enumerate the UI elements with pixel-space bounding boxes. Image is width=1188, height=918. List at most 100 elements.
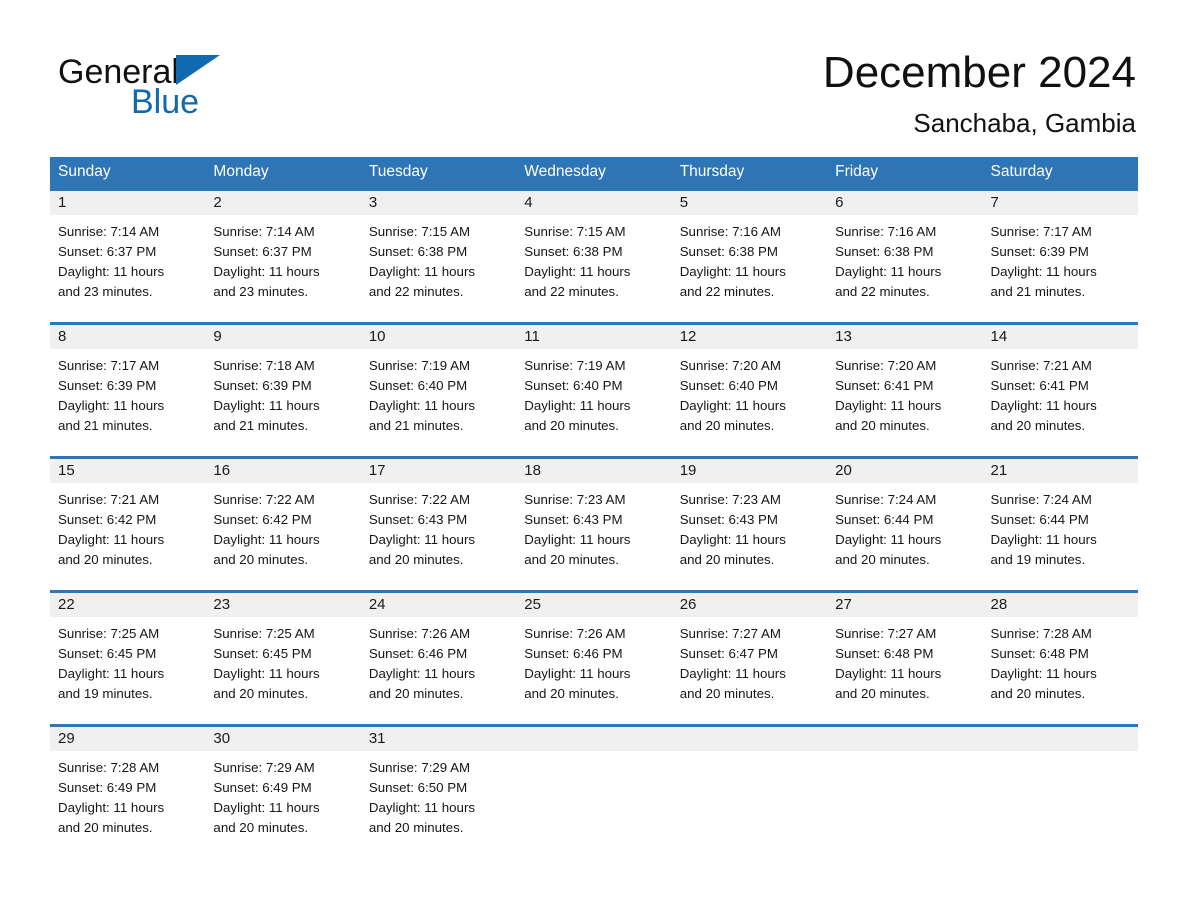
day-number: 19 (671, 458, 828, 483)
daylight-text-line2: and 20 minutes. (213, 685, 309, 701)
sunrise-text: Sunrise: 7:29 AM (368, 759, 471, 775)
sunrise-text: Sunrise: 7:16 AM (835, 223, 937, 239)
sunset-text: Sunset: 6:47 PM (679, 645, 778, 661)
day-cell[interactable]: 29 Sunrise: 7:28 AM Sunset: 6:49 PM Dayl… (50, 723, 206, 850)
day-cell[interactable]: 19 Sunrise: 7:23 AM Sunset: 6:43 PM Dayl… (671, 455, 828, 591)
day-cell[interactable]: 15 Sunrise: 7:21 AM Sunset: 6:42 PM Dayl… (50, 455, 206, 591)
day-number: 13 (827, 324, 983, 349)
week-row: 15 Sunrise: 7:21 AM Sunset: 6:42 PM Dayl… (50, 455, 1138, 591)
day-cell[interactable]: 8 Sunrise: 7:17 AM Sunset: 6:39 PM Dayli… (50, 321, 206, 457)
sunset-text: Sunset: 6:44 PM (990, 511, 1089, 527)
day-cell[interactable]: 6 Sunrise: 7:16 AM Sunset: 6:38 PM Dayli… (827, 187, 983, 323)
daylight-text-line1: Daylight: 11 hours (213, 531, 320, 547)
day-number: 17 (360, 458, 517, 483)
day-number: 23 (205, 592, 361, 617)
day-cell[interactable]: 25 Sunrise: 7:26 AM Sunset: 6:46 PM Dayl… (516, 589, 672, 725)
day-number (982, 726, 1138, 751)
day-details: Sunrise: 7:16 AM Sunset: 6:38 PM Dayligh… (672, 215, 827, 302)
page-header: General Blue December 2024 Sanchaba, Gam… (0, 0, 1188, 150)
daylight-text-line2: and 20 minutes. (835, 685, 930, 701)
day-cell[interactable]: 21 Sunrise: 7:24 AM Sunset: 6:44 PM Dayl… (982, 455, 1138, 591)
day-details: Sunrise: 7:21 AM Sunset: 6:41 PM Dayligh… (983, 349, 1138, 436)
day-cell[interactable]: 3 Sunrise: 7:15 AM Sunset: 6:38 PM Dayli… (360, 187, 517, 323)
weekday-header-row: Sunday Monday Tuesday Wednesday Thursday… (50, 157, 1138, 189)
daylight-text-line1: Daylight: 11 hours (990, 531, 1097, 547)
day-number: 24 (360, 592, 517, 617)
daylight-text-line2: and 20 minutes. (835, 417, 930, 433)
week-row: 1 Sunrise: 7:14 AM Sunset: 6:37 PM Dayli… (50, 187, 1138, 323)
sunrise-text: Sunrise: 7:28 AM (990, 625, 1092, 641)
day-details: Sunrise: 7:23 AM Sunset: 6:43 PM Dayligh… (672, 483, 827, 570)
daylight-text-line1: Daylight: 11 hours (679, 263, 786, 279)
day-cell[interactable]: 23 Sunrise: 7:25 AM Sunset: 6:45 PM Dayl… (205, 589, 361, 725)
daylight-text-line1: Daylight: 11 hours (368, 665, 476, 681)
day-cell[interactable]: 17 Sunrise: 7:22 AM Sunset: 6:43 PM Dayl… (360, 455, 517, 591)
sunrise-text: Sunrise: 7:17 AM (58, 357, 160, 373)
daylight-text-line2: and 20 minutes. (679, 551, 775, 567)
sunrise-text: Sunrise: 7:22 AM (213, 491, 315, 507)
day-details: Sunrise: 7:27 AM Sunset: 6:47 PM Dayligh… (672, 617, 827, 704)
day-cell[interactable]: 30 Sunrise: 7:29 AM Sunset: 6:49 PM Dayl… (205, 723, 361, 850)
day-number: 20 (827, 458, 983, 483)
sunset-text: Sunset: 6:45 PM (213, 645, 312, 661)
day-cell[interactable]: 1 Sunrise: 7:14 AM Sunset: 6:37 PM Dayli… (50, 187, 206, 323)
day-cell[interactable]: 13 Sunrise: 7:20 AM Sunset: 6:41 PM Dayl… (827, 321, 983, 457)
weekday-header-thursday: Thursday (671, 157, 828, 189)
daylight-text-line1: Daylight: 11 hours (368, 397, 476, 413)
day-cell[interactable]: 26 Sunrise: 7:27 AM Sunset: 6:47 PM Dayl… (671, 589, 828, 725)
day-cell[interactable]: 5 Sunrise: 7:16 AM Sunset: 6:38 PM Dayli… (671, 187, 828, 323)
sunset-text: Sunset: 6:43 PM (679, 511, 778, 527)
title-block: December 2024 Sanchaba, Gambia (823, 46, 1136, 140)
day-cell[interactable]: 20 Sunrise: 7:24 AM Sunset: 6:44 PM Dayl… (827, 455, 983, 591)
day-number: 14 (982, 324, 1138, 349)
day-cell[interactable]: 14 Sunrise: 7:21 AM Sunset: 6:41 PM Dayl… (982, 321, 1138, 457)
sunset-text: Sunset: 6:38 PM (679, 243, 778, 259)
daylight-text-line2: and 20 minutes. (835, 551, 930, 567)
day-cell-empty (827, 723, 983, 850)
day-cell[interactable]: 22 Sunrise: 7:25 AM Sunset: 6:45 PM Dayl… (50, 589, 206, 725)
day-cell[interactable]: 24 Sunrise: 7:26 AM Sunset: 6:46 PM Dayl… (360, 589, 517, 725)
day-cell[interactable]: 2 Sunrise: 7:14 AM Sunset: 6:37 PM Dayli… (205, 187, 361, 323)
day-cell[interactable]: 31 Sunrise: 7:29 AM Sunset: 6:50 PM Dayl… (360, 723, 517, 850)
sunset-text: Sunset: 6:43 PM (368, 511, 468, 527)
day-details: Sunrise: 7:16 AM Sunset: 6:38 PM Dayligh… (827, 215, 982, 302)
day-number: 8 (50, 324, 206, 349)
daylight-text-line1: Daylight: 11 hours (990, 397, 1097, 413)
day-number: 10 (360, 324, 517, 349)
sunrise-text: Sunrise: 7:15 AM (524, 223, 626, 239)
day-cell[interactable]: 12 Sunrise: 7:20 AM Sunset: 6:40 PM Dayl… (671, 321, 828, 457)
week-row: 8 Sunrise: 7:17 AM Sunset: 6:39 PM Dayli… (50, 321, 1138, 457)
sunrise-text: Sunrise: 7:27 AM (679, 625, 781, 641)
calendar-header: Sunday Monday Tuesday Wednesday Thursday… (50, 157, 1138, 189)
weekday-header-wednesday: Wednesday (516, 157, 672, 189)
day-number: 26 (671, 592, 828, 617)
day-cell[interactable]: 18 Sunrise: 7:23 AM Sunset: 6:43 PM Dayl… (516, 455, 672, 591)
day-number: 5 (671, 190, 828, 215)
day-details: Sunrise: 7:22 AM Sunset: 6:43 PM Dayligh… (361, 483, 516, 570)
daylight-text-line2: and 20 minutes. (679, 417, 775, 433)
day-cell[interactable]: 28 Sunrise: 7:28 AM Sunset: 6:48 PM Dayl… (982, 589, 1138, 725)
daylight-text-line2: and 20 minutes. (524, 685, 619, 701)
daylight-text-line2: and 20 minutes. (990, 685, 1086, 701)
daylight-text-line1: Daylight: 11 hours (213, 799, 320, 815)
day-details: Sunrise: 7:15 AM Sunset: 6:38 PM Dayligh… (516, 215, 671, 302)
weekday-header-friday: Friday (827, 157, 983, 189)
page-title: December 2024 (822, 48, 1136, 97)
day-cell[interactable]: 4 Sunrise: 7:15 AM Sunset: 6:38 PM Dayli… (516, 187, 672, 323)
day-details: Sunrise: 7:19 AM Sunset: 6:40 PM Dayligh… (361, 349, 516, 436)
day-cell[interactable]: 10 Sunrise: 7:19 AM Sunset: 6:40 PM Dayl… (360, 321, 517, 457)
day-details: Sunrise: 7:29 AM Sunset: 6:49 PM Dayligh… (205, 751, 360, 838)
day-cell[interactable]: 7 Sunrise: 7:17 AM Sunset: 6:39 PM Dayli… (982, 187, 1138, 323)
day-cell[interactable]: 16 Sunrise: 7:22 AM Sunset: 6:42 PM Dayl… (205, 455, 361, 591)
sunset-text: Sunset: 6:41 PM (990, 377, 1089, 393)
day-details: Sunrise: 7:26 AM Sunset: 6:46 PM Dayligh… (516, 617, 671, 704)
day-cell[interactable]: 27 Sunrise: 7:27 AM Sunset: 6:48 PM Dayl… (827, 589, 983, 725)
triangle-logo-icon (175, 55, 220, 85)
day-cell[interactable]: 11 Sunrise: 7:19 AM Sunset: 6:40 PM Dayl… (516, 321, 672, 457)
day-number: 21 (982, 458, 1138, 483)
sunset-text: Sunset: 6:39 PM (213, 377, 312, 393)
day-cell[interactable]: 9 Sunrise: 7:18 AM Sunset: 6:39 PM Dayli… (205, 321, 361, 457)
generalblue-logo[interactable]: General Blue (58, 52, 358, 132)
calendar-grid: Sunday Monday Tuesday Wednesday Thursday… (50, 157, 1138, 850)
sunset-text: Sunset: 6:40 PM (679, 377, 778, 393)
